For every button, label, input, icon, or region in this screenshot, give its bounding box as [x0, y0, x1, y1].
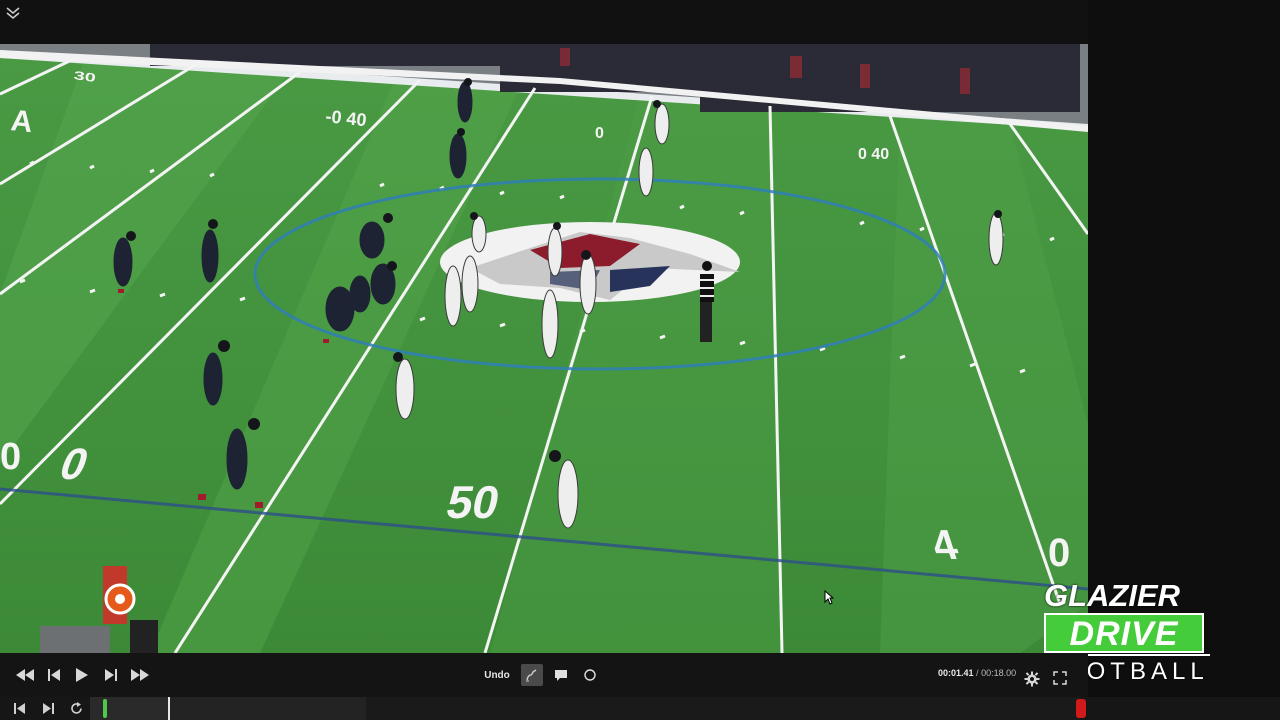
comment-icon: [555, 669, 567, 681]
time-separator: /: [976, 668, 979, 678]
skip-start-icon: [14, 703, 25, 714]
step-forward-button[interactable]: [101, 653, 121, 697]
football-field-image: 30 A -0 40 0 0 40 0 0 50 4 0: [0, 44, 1088, 653]
rewind-button[interactable]: [14, 653, 36, 697]
pen-tool-button[interactable]: [521, 664, 543, 686]
skip-to-end-button[interactable]: [38, 699, 58, 718]
logo-line-drive: DRIVE: [1069, 615, 1179, 653]
skip-end-icon: [43, 703, 54, 714]
rewind-icon: [16, 669, 34, 681]
svg-text:50: 50: [442, 476, 504, 527]
svg-text:0: 0: [1048, 531, 1070, 575]
timeline-track[interactable]: [90, 697, 1086, 720]
undo-button[interactable]: Undo: [478, 665, 516, 685]
clip-segment-next[interactable]: [170, 697, 366, 720]
fullscreen-button[interactable]: [1053, 671, 1067, 690]
play-icon: [76, 668, 88, 682]
step-forward-icon: [105, 669, 117, 681]
settings-button[interactable]: [1024, 671, 1040, 692]
fast-forward-icon: [131, 669, 149, 681]
video-frame[interactable]: 30 A -0 40 0 0 40 0 0 50 4 0: [0, 44, 1088, 653]
total-time: 00:18.00: [981, 668, 1017, 678]
logo-line-glazier: GLAZIER: [1044, 578, 1181, 613]
skip-to-start-button[interactable]: [10, 699, 30, 718]
clip-segment[interactable]: [90, 697, 169, 720]
fast-forward-button[interactable]: [129, 653, 151, 697]
svg-text:0: 0: [595, 125, 604, 142]
step-back-button[interactable]: [44, 653, 64, 697]
loop-icon: [70, 702, 82, 714]
play-button[interactable]: [72, 653, 92, 697]
playback-controls: Undo 00:01.41 / 00:18.00: [0, 653, 1088, 697]
playhead-handle[interactable]: [103, 699, 107, 718]
timeline-bar: [0, 697, 1280, 720]
comment-tool-button[interactable]: [550, 664, 572, 686]
mouse-cursor-icon: [824, 589, 835, 605]
video-review-app: 30 A -0 40 0 0 40 0 0 50 4 0 GLAZIER DRI…: [0, 0, 1280, 720]
svg-text:A: A: [9, 104, 34, 139]
end-marker[interactable]: [1076, 699, 1086, 718]
svg-text:0: 0: [0, 436, 21, 478]
svg-text:0 40: 0 40: [858, 146, 889, 163]
chevron-double-down-icon[interactable]: [4, 4, 22, 22]
current-time: 00:01.41: [938, 668, 974, 678]
step-back-icon: [48, 669, 60, 681]
time-display: 00:01.41 / 00:18.00: [938, 668, 1016, 678]
pen-tool-icon: [526, 669, 537, 682]
logo-badge: DRIVE: [1044, 613, 1204, 653]
loop-button[interactable]: [66, 699, 86, 718]
top-bar: [0, 0, 1088, 44]
fullscreen-icon: [1053, 671, 1067, 685]
svg-text:-0 40: -0 40: [325, 106, 368, 130]
circle-tool-icon: [584, 669, 596, 681]
gear-icon: [1024, 671, 1040, 687]
clip-boundary-marker: [168, 697, 170, 720]
circle-tool-button[interactable]: [579, 664, 601, 686]
